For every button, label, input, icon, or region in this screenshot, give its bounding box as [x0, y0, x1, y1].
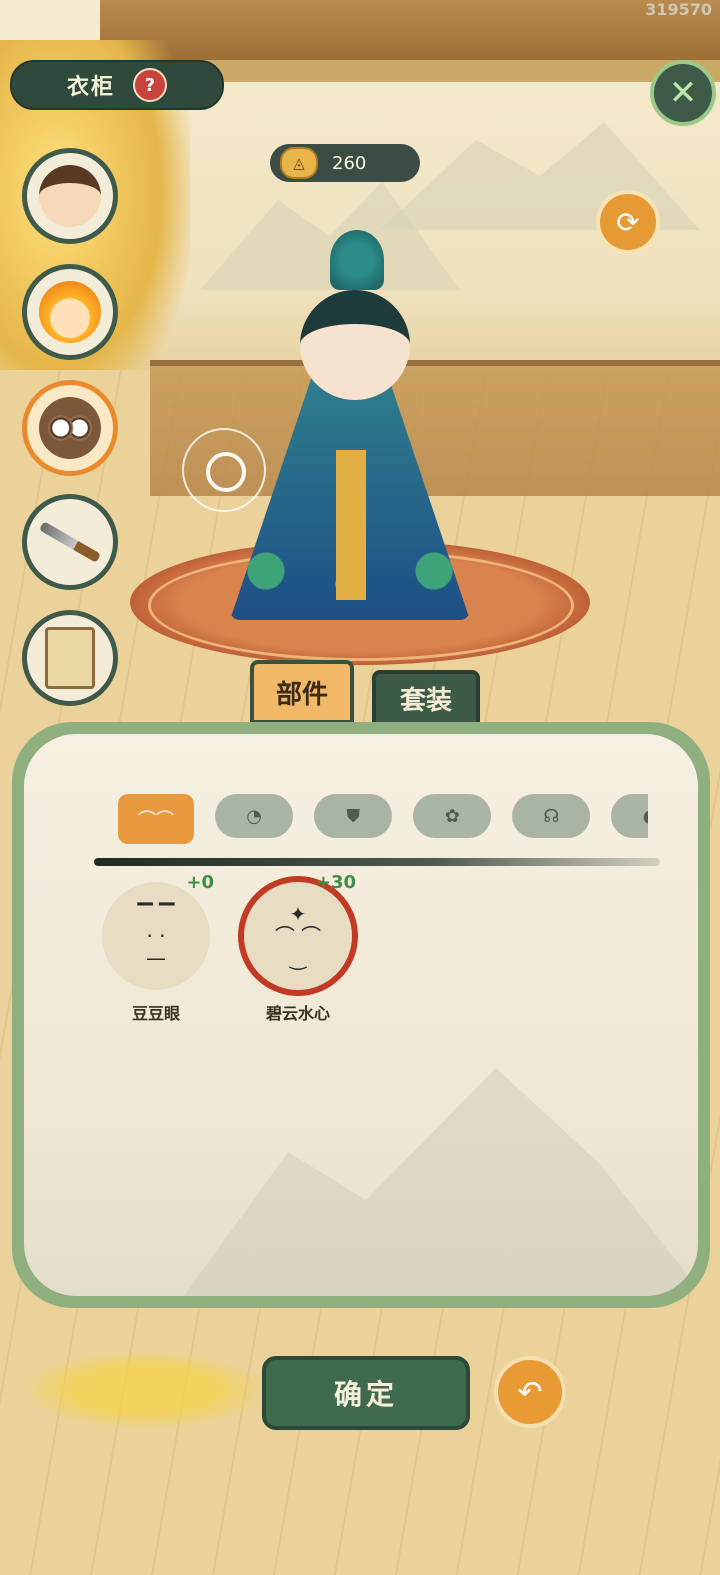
- tab-outfits[interactable]: 套装: [372, 670, 480, 726]
- boy-avatar-icon: [39, 165, 101, 227]
- item-name: 豆豆眼: [131, 1004, 180, 1023]
- scroll-icon: [45, 627, 95, 689]
- character-head: [300, 290, 410, 400]
- refresh-icon[interactable]: ⟳: [596, 190, 660, 254]
- category-row: ⌒⌒ ◔ ⛊ ✿ ☊ ◐: [118, 794, 648, 850]
- page-title: 衣柜 ?: [10, 60, 224, 110]
- avatar-fire-hair-button[interactable]: [22, 264, 118, 360]
- uid-label: 319570: [645, 0, 712, 19]
- question-icon[interactable]: ?: [133, 68, 167, 102]
- currency-value: 260: [332, 152, 367, 174]
- fallen-leaves: [20, 1350, 270, 1430]
- fire-hair-avatar-icon: [39, 281, 101, 343]
- ink-mountain: [184, 1068, 698, 1296]
- item-name: 碧云水心: [265, 1004, 330, 1023]
- robe-sash: [336, 450, 366, 600]
- rotate-target-icon[interactable]: [182, 428, 266, 512]
- scroll-button[interactable]: [22, 610, 118, 706]
- bonus-value: +0: [186, 872, 214, 893]
- face-glyph: ⌒⌒: [138, 810, 174, 831]
- sword-icon: [38, 521, 102, 563]
- cloak-icon[interactable]: ☊: [512, 794, 591, 838]
- game-scene: 319570 衣柜 ? ✕ ◬ 260 ⟳ 部件 套装 ⌒⌒ ◔ ⛊ ✿ ☊ ▔…: [0, 0, 720, 1575]
- face-preview: ✦ ⌒ ⌒ ‿: [244, 882, 352, 990]
- page-title-text: 衣柜: [66, 74, 115, 100]
- currency-display: ◬ 260: [270, 144, 420, 182]
- face-preview: ▔ ▔ · · —: [102, 882, 210, 990]
- avatar-owl-button[interactable]: [22, 380, 118, 476]
- undo-icon[interactable]: ↶: [494, 1356, 566, 1428]
- coin-icon: ◬: [280, 147, 318, 179]
- tab-parts[interactable]: 部件: [250, 660, 354, 724]
- peacock-crown: [330, 230, 384, 290]
- face-icon[interactable]: ⌒⌒: [118, 794, 194, 844]
- avatar-boy-button[interactable]: [22, 148, 118, 244]
- face-item-doudouyan[interactable]: ▔ ▔ · · — +0 豆豆眼: [96, 872, 216, 1024]
- cloak-glyph: ☊: [543, 805, 560, 827]
- hair-icon[interactable]: ◔: [215, 794, 294, 838]
- robe-glyph: ⛊: [346, 805, 360, 827]
- roof-beam: [100, 0, 720, 64]
- robe-icon[interactable]: ⛊: [314, 794, 393, 838]
- more-icon[interactable]: ◐: [611, 794, 648, 838]
- flower-icon[interactable]: ✿: [413, 794, 492, 838]
- brush-divider: [94, 858, 660, 866]
- bonus-value: +30: [315, 872, 356, 893]
- flower-glyph: ✿: [444, 805, 460, 827]
- confirm-button[interactable]: 确定: [262, 1356, 470, 1430]
- face-item-biyunshuixin[interactable]: ✦ ⌒ ⌒ ‿ +30 碧云水心: [238, 872, 358, 1024]
- hair-glyph: ◔: [246, 805, 262, 827]
- sword-button[interactable]: [22, 494, 118, 590]
- more-glyph: ◐: [643, 806, 648, 827]
- close-icon[interactable]: ✕: [650, 60, 716, 126]
- wardrobe-panel: ⌒⌒ ◔ ⛊ ✿ ☊ ◐ ▔ ▔ · · — +0 豆豆眼 ✦ ⌒ ⌒ ‿ +3…: [12, 722, 710, 1308]
- wardrobe-panel-inner: ⌒⌒ ◔ ⛊ ✿ ☊ ◐ ▔ ▔ · · — +0 豆豆眼 ✦ ⌒ ⌒ ‿ +3…: [24, 734, 698, 1296]
- owl-avatar-icon: [39, 397, 101, 459]
